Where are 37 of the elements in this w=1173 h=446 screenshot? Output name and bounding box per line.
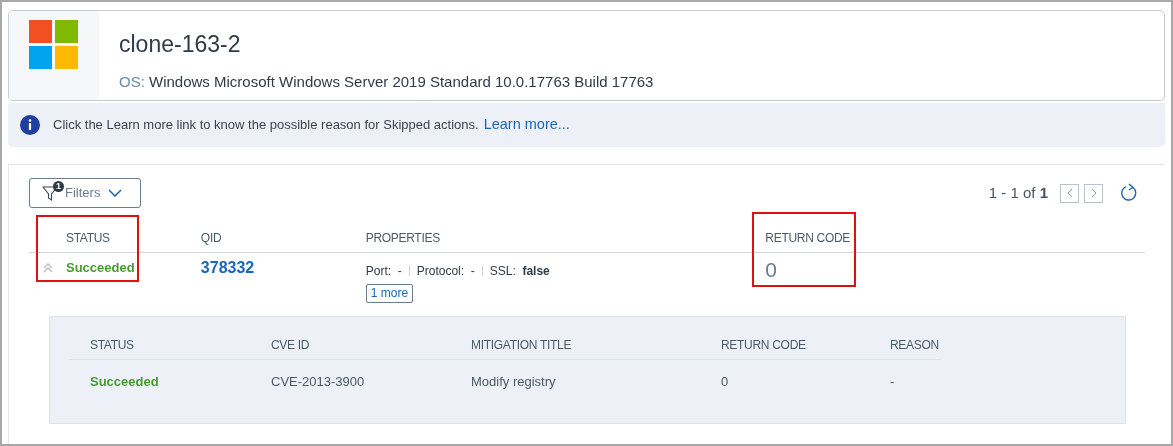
- windows-logo-icon: [29, 20, 79, 70]
- chevron-left-icon: [1066, 188, 1073, 198]
- double-chevron-up-icon: [42, 262, 54, 274]
- table-cell: Modify registry: [471, 374, 556, 389]
- info-icon: [20, 115, 40, 135]
- host-name: clone-163-2: [119, 30, 242, 59]
- column-header: PROPERTIES: [365, 223, 766, 253]
- column-header: RETURN CODE: [720, 337, 807, 354]
- pagination-text: 1 - 1 of 1: [988, 182, 1048, 203]
- table-cell: -: [890, 374, 895, 389]
- learn-more-link[interactable]: Learn more...: [483, 114, 570, 136]
- column-header: MITIGATION TITLE: [470, 337, 573, 354]
- column-header: STATUS: [89, 337, 135, 354]
- filters-button[interactable]: 1 Filters: [29, 178, 141, 208]
- banner-text: Click the Learn more link to know the possible reason for Skipped actions.: [53, 116, 479, 135]
- os-value: Windows Microsoft Windows Server 2019 Standard 10.0.17763 Build 17763: [149, 72, 654, 90]
- chevron-down-icon: [108, 189, 123, 197]
- os-label: OS:: [119, 72, 145, 90]
- more-button[interactable]: 1 more: [365, 284, 414, 303]
- column-header: CVE ID: [270, 337, 311, 354]
- status-text: Succeeded: [90, 374, 159, 389]
- property-text: SSL: false: [489, 263, 550, 280]
- chevron-right-icon: [1090, 188, 1097, 198]
- column-header: RETURN CODE: [765, 223, 1145, 253]
- qid-link[interactable]: 378332: [200, 253, 366, 283]
- column-header: QID: [200, 223, 366, 253]
- refresh-icon: [1119, 183, 1139, 203]
- table-cell: 0: [721, 374, 729, 389]
- status-text: Succeeded: [66, 259, 135, 278]
- property-text: Port: -: [365, 263, 402, 280]
- column-header: STATUS: [29, 223, 201, 253]
- filter-count-badge: 1: [53, 181, 64, 192]
- refresh-button[interactable]: [1119, 183, 1139, 203]
- property-text: Protocol: -: [416, 263, 475, 280]
- column-header: REASON: [889, 337, 940, 354]
- table-cell: CVE-2013-3900: [271, 374, 365, 389]
- return-code-text: 0: [765, 257, 779, 283]
